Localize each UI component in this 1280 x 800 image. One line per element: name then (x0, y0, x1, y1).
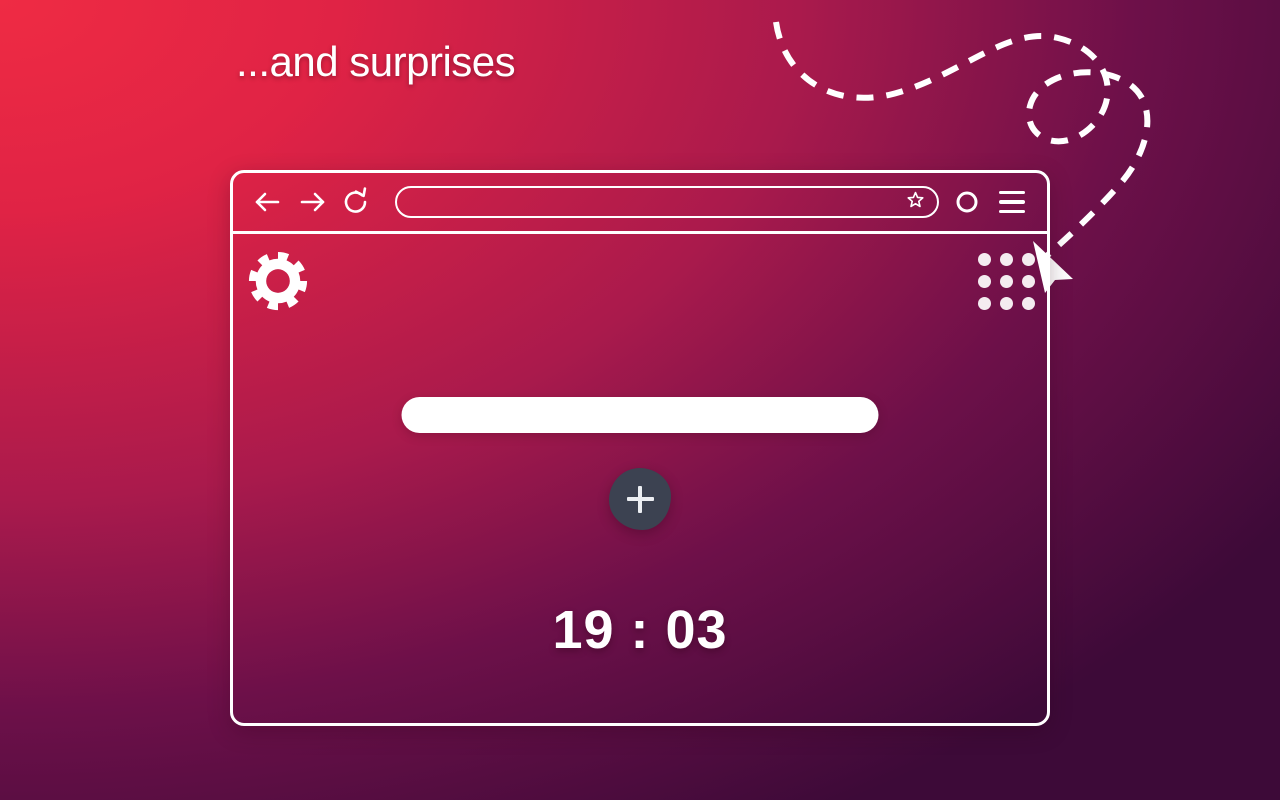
apps-grid-dot (1022, 275, 1035, 288)
menu-line (999, 200, 1025, 204)
page-title: ...and surprises (236, 38, 516, 85)
bookmark-star-icon[interactable] (906, 190, 925, 214)
address-bar[interactable] (395, 186, 939, 218)
forward-arrow-icon[interactable] (295, 185, 329, 219)
apps-grid-dot (1000, 275, 1013, 288)
apps-grid-dot (1022, 253, 1035, 266)
apps-grid-dot (978, 275, 991, 288)
apps-grid-dot (978, 253, 991, 266)
browser-window: 19 : 03 (230, 170, 1050, 726)
browser-toolbar (233, 173, 1047, 234)
apps-grid-dot (978, 297, 991, 310)
apps-grid-dot (1022, 297, 1035, 310)
apps-grid-dot (1000, 297, 1013, 310)
clock-display: 19 : 03 (552, 600, 728, 660)
reload-icon[interactable] (339, 185, 373, 219)
apps-grid-dot (1000, 253, 1013, 266)
menu-line (999, 209, 1025, 213)
hamburger-menu-icon[interactable] (999, 191, 1025, 213)
search-input[interactable] (401, 397, 879, 433)
browser-page-content: 19 : 03 (233, 234, 1047, 723)
apps-grid-icon[interactable] (978, 253, 1035, 310)
profile-circle-icon[interactable] (955, 190, 979, 214)
gear-icon[interactable] (247, 250, 309, 312)
back-arrow-icon[interactable] (251, 185, 285, 219)
wallpaper-background: ...and surprises 19: 03 (0, 0, 1280, 800)
add-shortcut-button[interactable] (609, 468, 671, 530)
menu-line (999, 191, 1025, 195)
plus-icon (637, 485, 643, 513)
